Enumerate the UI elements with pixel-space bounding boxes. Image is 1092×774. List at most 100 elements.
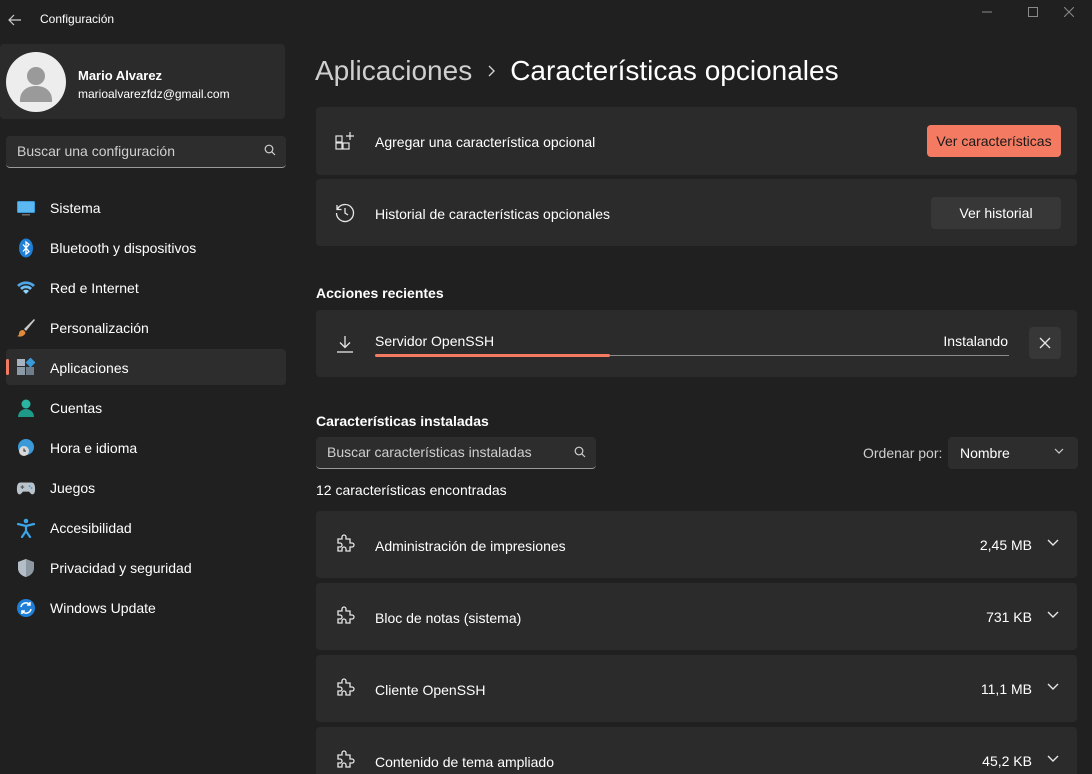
breadcrumb-parent-link[interactable]: Aplicaciones <box>315 55 472 87</box>
bluetooth-icon <box>16 238 36 258</box>
title-bar: Configuración <box>0 0 1092 40</box>
feature-size: 11,1 MB <box>980 681 1032 697</box>
feature-name: Bloc de notas (sistema) <box>375 610 522 626</box>
gamepad-icon <box>16 478 36 498</box>
download-icon <box>334 333 356 355</box>
sidebar-item-windows-update[interactable]: Windows Update <box>6 589 286 625</box>
profile-name: Mario Alvarez <box>78 68 163 83</box>
breadcrumb: Aplicaciones Características opcionales <box>315 52 839 90</box>
view-features-button[interactable]: Ver características <box>927 125 1061 157</box>
features-count: 12 características encontradas <box>316 482 507 498</box>
add-feature-card: Agregar una característica opcional Ver … <box>316 107 1077 175</box>
sidebar-item-privacidad[interactable]: Privacidad y seguridad <box>6 549 286 585</box>
sidebar-item-cuentas[interactable]: Cuentas <box>6 389 286 425</box>
puzzle-piece-icon <box>334 533 356 555</box>
installed-features-heading: Características instaladas <box>316 413 489 429</box>
sort-dropdown[interactable]: Nombre <box>948 437 1078 469</box>
add-feature-label: Agregar una característica opcional <box>375 134 596 150</box>
clock-globe-icon <box>16 438 36 458</box>
sidebar-item-bluetooth[interactable]: Bluetooth y dispositivos <box>6 229 286 265</box>
sidebar-item-label: Hora e idioma <box>50 440 138 456</box>
sidebar-item-label: Aplicaciones <box>50 360 129 376</box>
maximize-icon <box>1028 7 1038 17</box>
install-progress-bar <box>375 354 1009 357</box>
app-title: Configuración <box>40 12 115 26</box>
history-icon <box>334 202 356 224</box>
sidebar-nav: Sistema Bluetooth y dispositivos Red e I… <box>6 189 286 629</box>
install-progress-fill <box>375 354 610 357</box>
minimize-icon <box>982 11 992 13</box>
sidebar-item-sistema[interactable]: Sistema <box>6 189 286 225</box>
sidebar-item-label: Juegos <box>50 480 96 496</box>
sidebar-item-label: Accesibilidad <box>50 520 132 536</box>
close-icon <box>1039 337 1051 349</box>
feature-name: Contenido de tema ampliado <box>375 754 555 770</box>
sidebar-item-personalizacion[interactable]: Personalización <box>6 309 286 345</box>
page-title: Características opcionales <box>510 55 839 86</box>
view-history-button[interactable]: Ver historial <box>931 197 1061 229</box>
sidebar-item-label: Privacidad y seguridad <box>50 560 192 576</box>
chevron-down-icon[interactable] <box>1047 539 1059 546</box>
system-monitor-icon <box>16 198 36 218</box>
feature-name: Administración de impresiones <box>375 538 566 554</box>
chevron-right-icon <box>488 65 496 77</box>
avatar <box>6 52 66 112</box>
chevron-down-icon <box>1054 448 1064 454</box>
puzzle-piece-icon <box>334 749 356 771</box>
settings-search-input[interactable] <box>6 136 246 166</box>
update-sync-icon <box>16 598 36 618</box>
installed-search-input[interactable] <box>316 437 561 467</box>
profile-email: marioalvarezfdz@gmail.com <box>78 87 230 101</box>
sidebar-item-red[interactable]: Red e Internet <box>6 269 286 305</box>
sidebar-item-juegos[interactable]: Juegos <box>6 469 286 505</box>
back-arrow-icon <box>8 14 21 26</box>
feature-row[interactable]: Bloc de notas (sistema) 731 KB <box>316 583 1077 650</box>
chevron-down-icon[interactable] <box>1047 611 1059 618</box>
minimize-button[interactable] <box>964 0 1010 24</box>
puzzle-piece-icon <box>334 605 356 627</box>
user-profile[interactable]: Mario Alvarez marioalvarezfdz@gmail.com <box>0 44 285 119</box>
paintbrush-icon <box>16 318 36 338</box>
sidebar-item-label: Personalización <box>50 320 149 336</box>
sidebar-item-accesibilidad[interactable]: Accesibilidad <box>6 509 286 545</box>
recent-item-name: Servidor OpenSSH <box>375 333 495 349</box>
sidebar-item-label: Windows Update <box>50 600 156 616</box>
person-icon <box>16 398 36 418</box>
sort-label: Ordenar por: <box>863 445 943 461</box>
installed-search-box[interactable] <box>316 437 596 469</box>
feature-row[interactable]: Contenido de tema ampliado 45,2 KB <box>316 727 1077 774</box>
close-window-button[interactable] <box>1046 0 1092 24</box>
history-label: Historial de características opcionales <box>375 206 610 222</box>
close-icon <box>1064 7 1074 17</box>
cancel-install-button[interactable] <box>1029 327 1061 359</box>
sidebar-item-hora[interactable]: Hora e idioma <box>6 429 286 465</box>
chevron-down-icon[interactable] <box>1047 755 1059 762</box>
history-card: Historial de características opcionales … <box>316 179 1077 246</box>
feature-row[interactable]: Cliente OpenSSH 11,1 MB <box>316 655 1077 722</box>
chevron-down-icon[interactable] <box>1047 683 1059 690</box>
search-icon[interactable] <box>574 446 586 458</box>
wifi-icon <box>16 278 36 298</box>
sidebar-item-aplicaciones[interactable]: Aplicaciones <box>6 349 286 385</box>
sidebar-item-label: Sistema <box>50 200 101 216</box>
search-icon[interactable] <box>264 144 276 156</box>
puzzle-piece-icon <box>334 677 356 699</box>
apps-icon <box>16 358 36 378</box>
sort-selected-value: Nombre <box>960 445 1010 461</box>
feature-name: Cliente OpenSSH <box>375 682 486 698</box>
back-button[interactable] <box>0 0 30 40</box>
accessibility-icon <box>16 518 36 538</box>
feature-size: 731 KB <box>986 609 1032 625</box>
feature-size: 45,2 KB <box>982 753 1032 769</box>
install-status: Instalando <box>943 333 1008 349</box>
add-grid-icon <box>334 130 356 152</box>
sidebar-item-label: Cuentas <box>50 400 103 416</box>
sidebar-item-label: Bluetooth y dispositivos <box>50 240 197 256</box>
sidebar-item-label: Red e Internet <box>50 280 139 296</box>
recent-action-item: Servidor OpenSSH Instalando <box>316 310 1077 377</box>
feature-size: 2,45 MB <box>979 537 1032 553</box>
settings-search-box[interactable] <box>6 136 286 168</box>
shield-icon <box>16 558 36 578</box>
recent-actions-heading: Acciones recientes <box>316 285 444 301</box>
feature-row[interactable]: Administración de impresiones 2,45 MB <box>316 511 1077 578</box>
